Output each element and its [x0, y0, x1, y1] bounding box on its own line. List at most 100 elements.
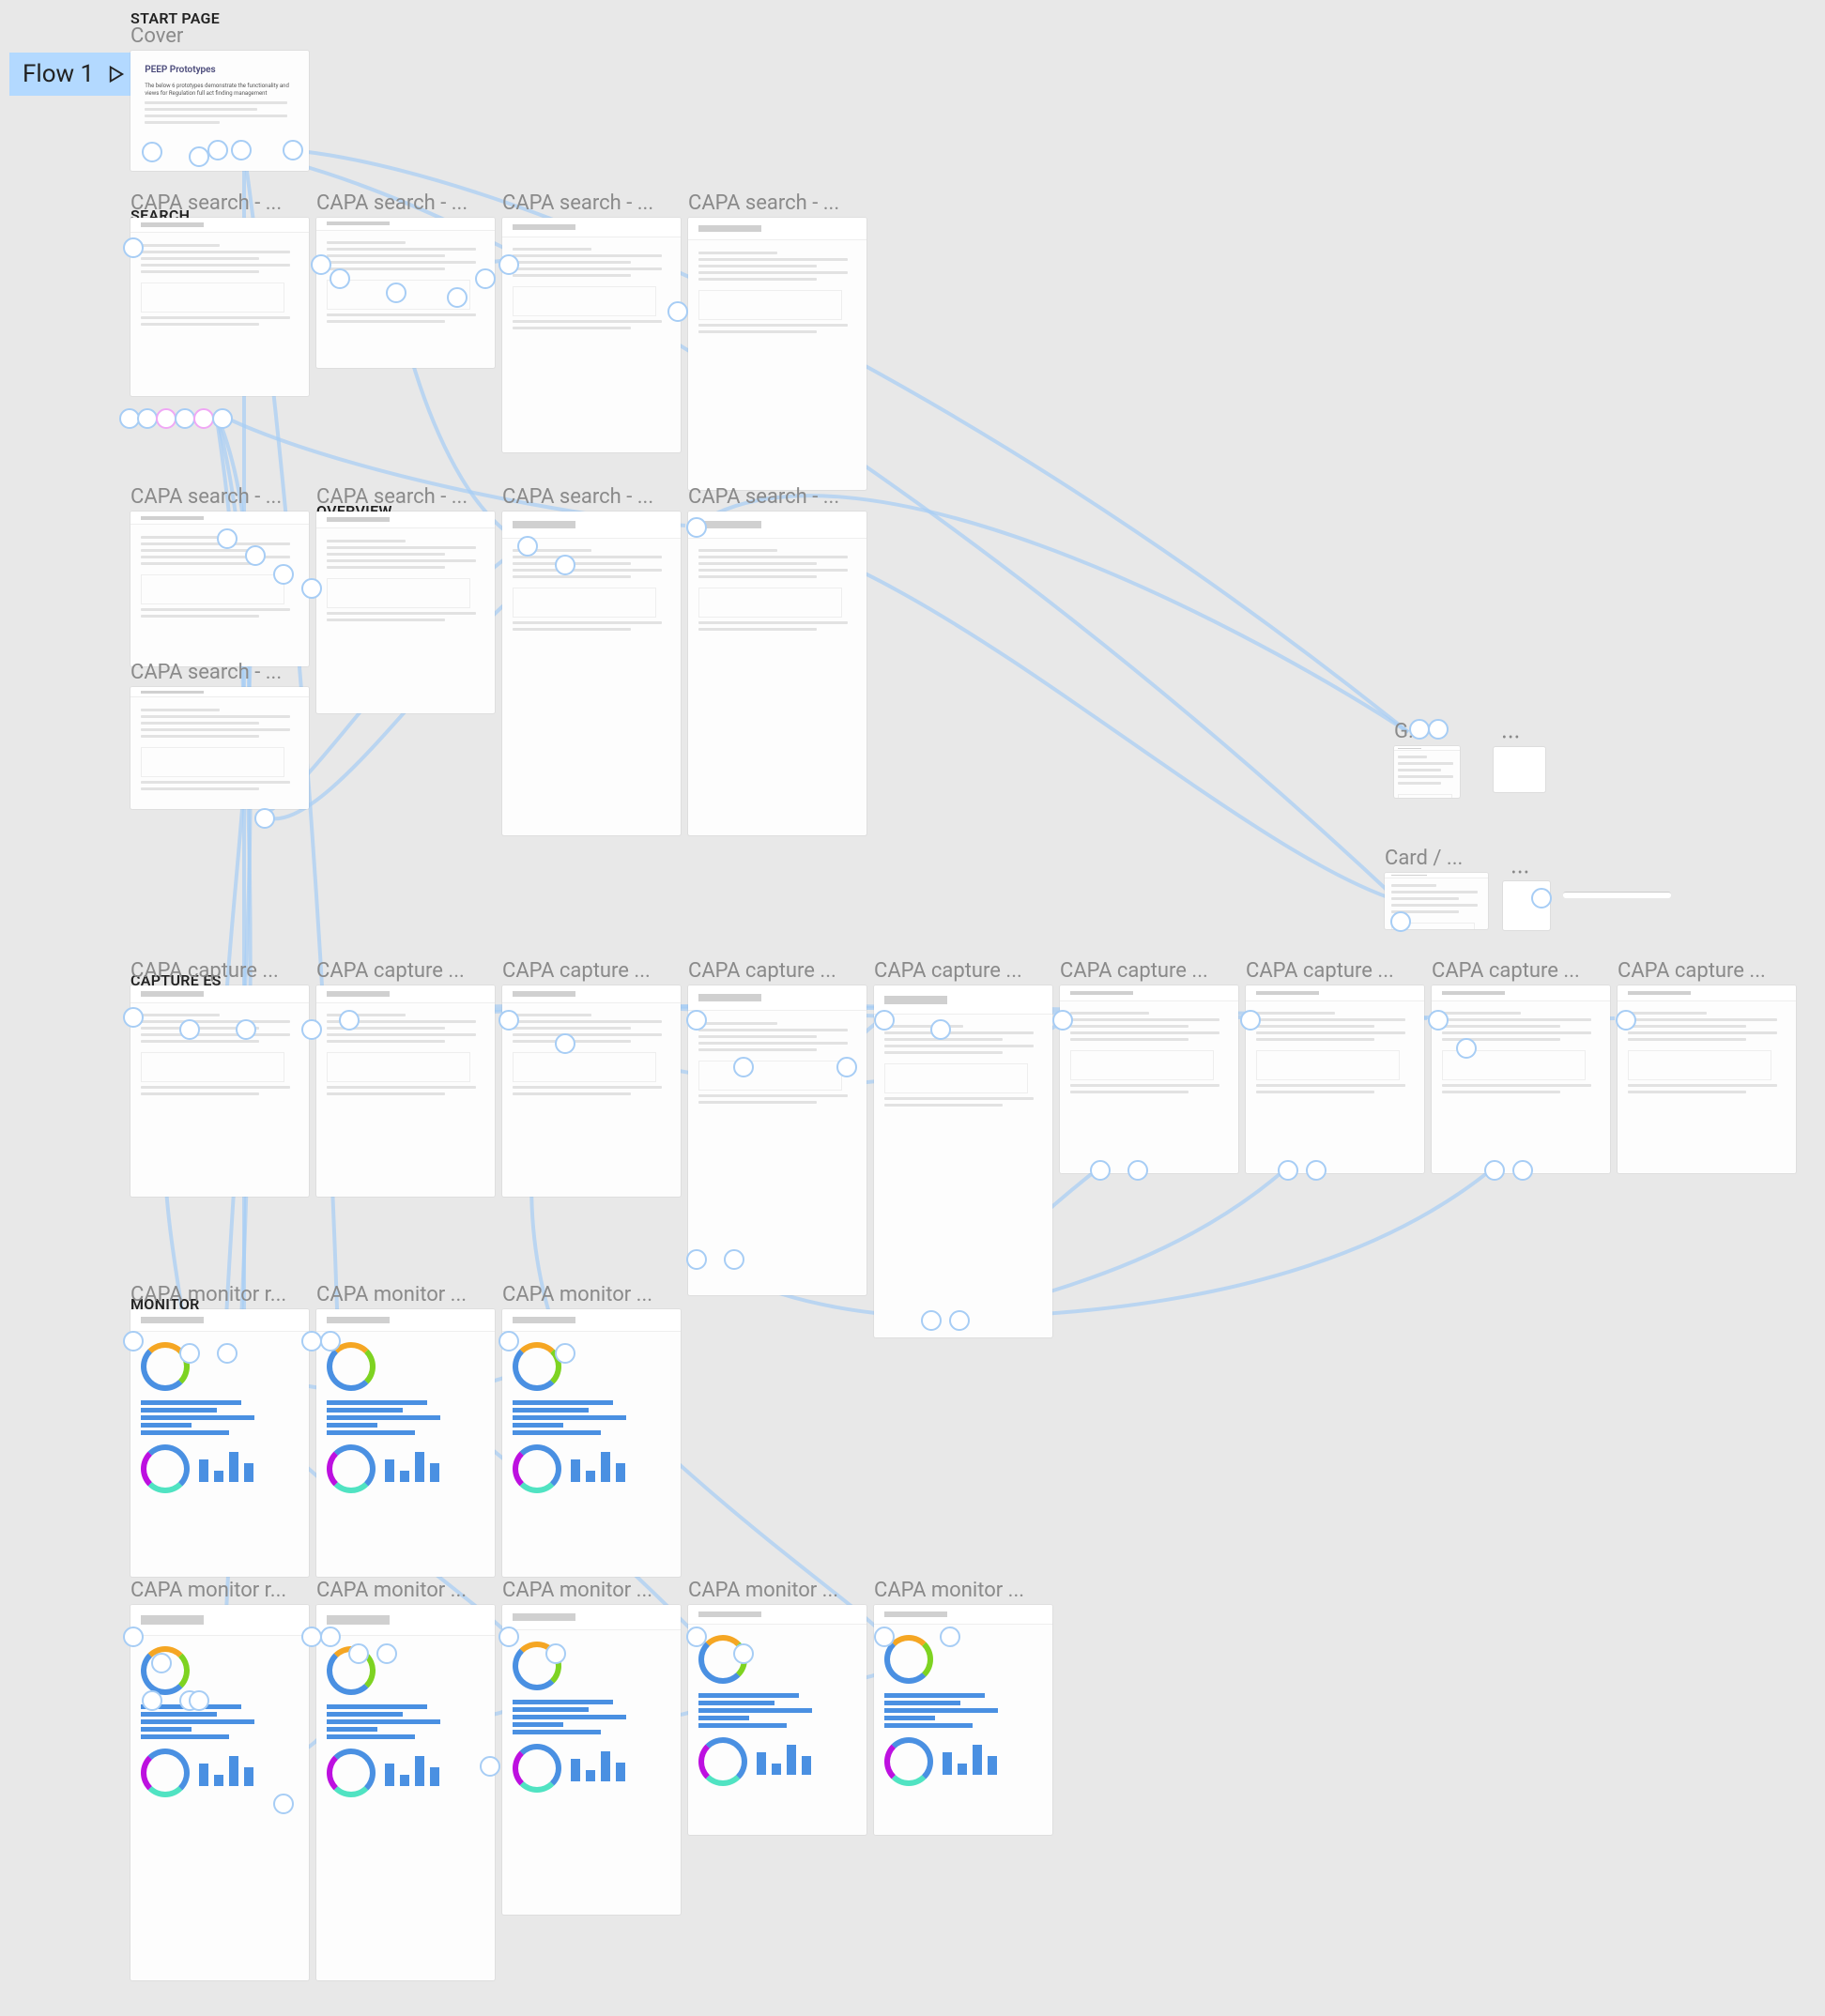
connection-node[interactable]	[301, 1331, 322, 1352]
connection-node[interactable]	[142, 1690, 162, 1711]
connection-node[interactable]	[348, 1643, 369, 1664]
connection-node[interactable]	[1616, 1010, 1636, 1031]
frame-thumbnail[interactable]	[688, 985, 866, 1295]
connection-node[interactable]	[1484, 1160, 1505, 1181]
connection-node[interactable]	[217, 528, 238, 549]
connection-node[interactable]	[498, 1627, 519, 1647]
connection-node[interactable]	[330, 268, 350, 289]
frame-thumbnail[interactable]	[688, 1605, 866, 1835]
frame-thumbnail[interactable]	[502, 1605, 681, 1915]
connection-node[interactable]	[1127, 1160, 1148, 1181]
connection-node[interactable]	[179, 1019, 200, 1040]
connection-node[interactable]	[301, 1019, 322, 1040]
connection-node[interactable]	[273, 564, 294, 585]
connection-node[interactable]	[555, 1343, 575, 1364]
connection-node[interactable]	[1278, 1160, 1298, 1181]
frame-thumbnail[interactable]	[316, 1309, 495, 1577]
connection-node[interactable]	[189, 146, 209, 167]
connection-node[interactable]	[273, 1794, 294, 1814]
frame-thumbnail[interactable]	[130, 687, 309, 809]
connection-node[interactable]	[254, 808, 275, 829]
frame-thumbnail[interactable]	[316, 1605, 495, 1980]
connection-node[interactable]	[1306, 1160, 1327, 1181]
connection-node[interactable]	[320, 1627, 341, 1647]
connection-node[interactable]	[142, 142, 162, 162]
connection-node[interactable]	[498, 254, 519, 275]
frame-thumbnail[interactable]	[1246, 985, 1424, 1173]
connection-node[interactable]	[475, 268, 496, 289]
connection-node[interactable]	[301, 1627, 322, 1647]
frame-thumbnail[interactable]	[502, 218, 681, 452]
connection-node[interactable]	[686, 1010, 707, 1031]
figma-prototype-canvas[interactable]: Flow 1 START PAGE SEARCH OVERVIEW CAPTUR…	[0, 0, 1825, 2016]
connection-node[interactable]	[949, 1310, 970, 1331]
flow-tag[interactable]: Flow 1	[9, 53, 139, 96]
connection-node[interactable]	[151, 1653, 172, 1673]
frame-thumbnail[interactable]	[130, 985, 309, 1197]
connection-node[interactable]	[447, 287, 468, 308]
connection-node[interactable]	[1240, 1010, 1261, 1031]
connection-node[interactable]	[1390, 911, 1411, 932]
connection-node[interactable]	[874, 1627, 895, 1647]
connection-node[interactable]	[1090, 1160, 1111, 1181]
connection-node[interactable]	[498, 1331, 519, 1352]
connection-node[interactable]	[874, 1010, 895, 1031]
connection-node[interactable]	[686, 517, 707, 538]
connection-node[interactable]	[517, 536, 538, 557]
frame-thumbnail[interactable]	[688, 512, 866, 835]
connection-node[interactable]	[301, 578, 322, 599]
connection-node[interactable]	[686, 1627, 707, 1647]
connection-node[interactable]	[686, 1249, 707, 1270]
connection-node[interactable]	[1052, 1010, 1073, 1031]
connection-node[interactable]	[175, 408, 195, 429]
more-icon[interactable]: •••	[1511, 865, 1530, 880]
connection-node[interactable]	[245, 545, 266, 566]
connection-node[interactable]	[930, 1019, 951, 1040]
connection-node[interactable]	[376, 1643, 397, 1664]
connection-node[interactable]	[189, 1690, 209, 1711]
frame-thumbnail[interactable]	[502, 512, 681, 835]
connection-node[interactable]	[123, 1331, 144, 1352]
connection-node[interactable]	[386, 283, 406, 303]
frame-thumbnail[interactable]	[874, 1605, 1052, 1835]
connection-node[interactable]	[236, 1019, 256, 1040]
connection-node[interactable]	[498, 1010, 519, 1031]
frame-thumbnail[interactable]	[502, 1309, 681, 1577]
connection-node[interactable]	[217, 1343, 238, 1364]
connection-node[interactable]	[1512, 1160, 1533, 1181]
connection-node[interactable]	[1531, 888, 1552, 909]
mini-card-a[interactable]	[1493, 746, 1546, 793]
connection-node[interactable]	[320, 1331, 341, 1352]
connection-node[interactable]	[193, 408, 214, 429]
frame-thumbnail[interactable]	[316, 512, 495, 713]
connection-node[interactable]	[212, 408, 233, 429]
connection-node[interactable]	[311, 254, 331, 275]
connection-node[interactable]	[283, 140, 303, 160]
connection-node[interactable]	[1409, 719, 1430, 740]
connection-node[interactable]	[940, 1627, 960, 1647]
connection-node[interactable]	[123, 237, 144, 258]
connection-node[interactable]	[545, 1643, 566, 1664]
connection-node[interactable]	[555, 1033, 575, 1054]
frame-thumbnail[interactable]	[130, 218, 309, 396]
frame-thumbnail[interactable]	[874, 985, 1052, 1337]
connection-node[interactable]	[137, 408, 158, 429]
connection-node[interactable]	[231, 140, 252, 160]
connection-node[interactable]	[123, 1007, 144, 1028]
connection-node[interactable]	[921, 1310, 942, 1331]
connection-node[interactable]	[207, 140, 228, 160]
connection-node[interactable]	[179, 1343, 200, 1364]
connection-node[interactable]	[836, 1057, 857, 1077]
frame-thumbnail[interactable]	[1618, 985, 1796, 1173]
connection-node[interactable]	[1428, 719, 1449, 740]
frame-thumbnail[interactable]	[1432, 985, 1610, 1173]
connection-node[interactable]	[339, 1010, 360, 1031]
connection-node[interactable]	[733, 1643, 754, 1664]
frame-thumbnail[interactable]	[502, 985, 681, 1197]
connection-node[interactable]	[555, 555, 575, 575]
connection-node[interactable]	[156, 408, 176, 429]
frame-thumbnail[interactable]	[688, 218, 866, 490]
connection-node[interactable]	[123, 1627, 144, 1647]
connection-node[interactable]	[1428, 1010, 1449, 1031]
connection-node[interactable]	[1456, 1038, 1477, 1059]
